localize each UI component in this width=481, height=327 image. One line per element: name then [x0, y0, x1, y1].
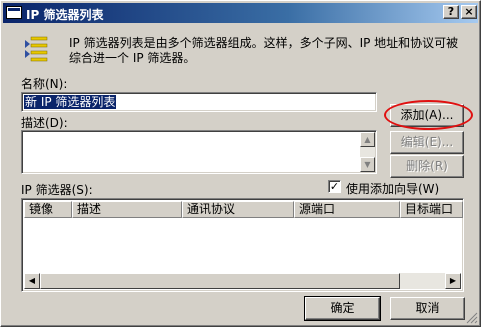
horizontal-scrollbar[interactable]: ◀ ▶ [24, 273, 461, 289]
column-header-mirror[interactable]: 镜像 [24, 201, 72, 218]
right-arrow-icon[interactable]: ▶ [445, 273, 461, 289]
column-header-source-port[interactable]: 源端口 [294, 201, 400, 218]
filter-list-icon [25, 36, 48, 62]
checkmark-icon: ✓ [329, 180, 340, 193]
name-label: 名称(N): [21, 77, 68, 91]
column-header-protocol[interactable]: 通讯协议 [182, 201, 294, 218]
remove-button[interactable]: 删除(R) [390, 155, 464, 178]
description-label: 描述(D): [21, 116, 68, 130]
window-title: IP 筛选器列表 [26, 8, 104, 22]
edit-button[interactable]: 编辑(E)... [390, 131, 464, 154]
up-arrow-icon[interactable]: ▲ [360, 132, 375, 147]
description-textarea[interactable]: ▲ ▼ [21, 130, 377, 174]
use-wizard-checkbox[interactable]: ✓ [328, 180, 341, 193]
cancel-button[interactable]: 取消 [390, 297, 465, 320]
add-button[interactable]: 添加(A)... [390, 104, 464, 127]
close-button[interactable]: × [461, 5, 477, 19]
ip-filters-label: IP 筛选器(S): [21, 183, 93, 197]
dialog-description: IP 筛选器列表是由多个筛选器组成。这样，多个子网、IP 地址和协议可被综合进一… [69, 36, 459, 65]
name-input-value: 新 IP 筛选器列表 [24, 95, 117, 109]
listview-header: 镜像 描述 通讯协议 源端口 目标端口 [24, 201, 463, 218]
column-header-description[interactable]: 描述 [72, 201, 182, 218]
ip-filters-listview[interactable]: 镜像 描述 通讯协议 源端口 目标端口 ◀ ▶ [21, 198, 464, 292]
column-header-dest-port[interactable]: 目标端口 [400, 201, 463, 218]
description-scroll-track[interactable] [360, 147, 375, 157]
title-bar: IP 筛选器列表 ? × [3, 3, 478, 23]
help-button[interactable]: ? [443, 5, 459, 19]
resize-grip-icon[interactable] [466, 312, 478, 324]
ip-filter-list-dialog: IP 筛选器列表 ? × IP 筛选器列表是由多个筛选器组成。这样，多个子网、I… [0, 0, 481, 327]
down-arrow-icon[interactable]: ▼ [360, 157, 375, 172]
left-arrow-icon[interactable]: ◀ [24, 273, 40, 289]
use-wizard-label[interactable]: 使用添加向导(W) [346, 180, 439, 197]
ok-button[interactable]: 确定 [304, 296, 381, 321]
window-icon [6, 6, 22, 19]
name-input[interactable]: 新 IP 筛选器列表 [21, 92, 377, 112]
horizontal-scroll-thumb[interactable] [40, 273, 400, 289]
